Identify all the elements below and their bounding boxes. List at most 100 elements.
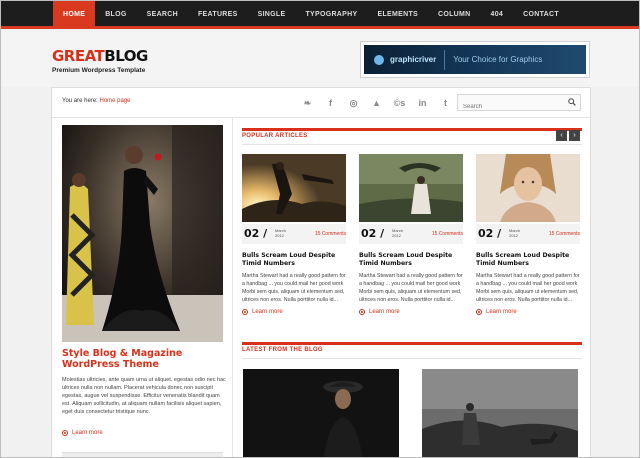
prev-arrow-icon[interactable]: ‹ [556, 130, 567, 141]
nav-item-features[interactable]: FEATURES [188, 1, 248, 29]
article-thumbnail[interactable] [242, 154, 346, 222]
article-comments-link[interactable]: 15 Comments [315, 231, 346, 237]
breadcrumb-prefix: You are here: [62, 98, 98, 104]
article-learn-more[interactable]: Learn more [242, 309, 346, 315]
article-photo [359, 154, 463, 222]
deviantart-icon[interactable]: ▲ [365, 97, 388, 109]
breadcrumb-home-link[interactable]: Home page [99, 98, 130, 104]
logo-red-text: GREAT [52, 47, 105, 65]
linkedin-icon[interactable]: in [411, 97, 434, 109]
article-title[interactable]: Bulls Scream Loud Despite Timid Numbers [476, 252, 580, 268]
featured-title[interactable]: Style Blog & Magazine WordPress Theme [62, 348, 227, 370]
carousel-arrows: ‹ › [556, 130, 580, 141]
popular-articles-title: POPULAR ARTICLES [242, 133, 308, 139]
latest-post-photo [243, 369, 399, 457]
ad-banner[interactable]: graphicriver Your Choice for Graphics [360, 41, 590, 78]
latest-post-image[interactable] [243, 369, 399, 457]
banner-brand: graphicriver [390, 55, 437, 64]
ad-banner-inner: graphicriver Your Choice for Graphics [364, 45, 586, 74]
article-excerpt: Martha Stewart had a really good pattern… [359, 273, 463, 303]
article-year: 2012 [275, 233, 284, 238]
article-title[interactable]: Bulls Scream Loud Despite Timid Numbers [359, 252, 463, 268]
article-meta: 02 / March 2012 15 Comments [476, 224, 580, 244]
featured-learn-more-label: Learn more [72, 430, 103, 436]
twitter-icon[interactable]: ❧ [296, 97, 319, 109]
article-meta: 02 / March 2012 15 Comments [242, 224, 346, 244]
arrow-circle-icon [242, 309, 248, 315]
breadcrumb-bar: You are here: Home page ❧ f ◎ ▲ ©s in t [52, 88, 592, 118]
graphicriver-logo-icon [374, 54, 384, 65]
nav-item-column[interactable]: COLUMN [428, 1, 481, 29]
featured-excerpt: Molestias ultricies, ante quam urna ut a… [62, 377, 226, 415]
top-navigation: HOME BLOG SEARCH FEATURES SINGLE TYPOGRA… [1, 1, 639, 29]
article-card: 02 / March 2012 15 Comments Bulls Scream … [359, 154, 463, 315]
banner-slogan: Your Choice for Graphics [453, 55, 543, 64]
featured-image[interactable] [62, 125, 223, 342]
logo-black-text: BLOG [104, 47, 148, 65]
nav-item-elements[interactable]: ELEMENTS [367, 1, 428, 29]
article-year: 2012 [509, 233, 518, 238]
popular-articles-header: POPULAR ARTICLES [242, 128, 582, 145]
article-excerpt: Martha Stewart had a really good pattern… [476, 273, 580, 303]
article-learn-more[interactable]: Learn more [476, 309, 580, 315]
arrow-circle-icon [476, 309, 482, 315]
arrow-circle-icon [359, 309, 365, 315]
latest-blog-title: LATEST FROM THE BLOG [242, 347, 323, 353]
article-card: 02 / March 2012 15 Comments Bulls Scream … [242, 154, 346, 315]
article-day: 02 / [244, 227, 268, 240]
nav-item-blog[interactable]: BLOG [95, 1, 136, 29]
article-learn-more-label: Learn more [252, 309, 283, 315]
article-excerpt: Martha Stewart had a really good pattern… [242, 273, 346, 303]
nav-menu: HOME BLOG SEARCH FEATURES SINGLE TYPOGRA… [53, 1, 569, 29]
featured-photo [62, 125, 223, 342]
article-comments-link[interactable]: 15 Comments [549, 231, 580, 237]
next-arrow-icon[interactable]: › [569, 130, 580, 141]
nav-item-404[interactable]: 404 [481, 1, 514, 29]
page-frame: HOME BLOG SEARCH FEATURES SINGLE TYPOGRA… [0, 0, 640, 458]
lastfm-icon[interactable]: ©s [388, 97, 411, 109]
latest-post-photo [422, 369, 578, 457]
article-day: 02 / [478, 227, 502, 240]
latest-post-image[interactable] [422, 369, 578, 457]
article-photo [476, 154, 580, 222]
article-year: 2012 [392, 233, 401, 238]
site-logo[interactable]: GREATBLOG [52, 49, 148, 64]
section-rule [242, 144, 582, 145]
section-rule [242, 358, 582, 359]
breadcrumb: You are here: Home page [62, 98, 131, 104]
banner-separator [444, 49, 446, 70]
article-learn-more-label: Learn more [486, 309, 517, 315]
nav-item-search[interactable]: SEARCH [137, 1, 188, 29]
tumblr-icon[interactable]: t [434, 97, 457, 109]
facebook-icon[interactable]: f [319, 97, 342, 109]
column-divider [232, 118, 233, 457]
article-meta: 02 / March 2012 15 Comments [359, 224, 463, 244]
article-thumbnail[interactable] [359, 154, 463, 222]
article-photo [242, 154, 346, 222]
article-month-year: March 2012 [392, 228, 403, 238]
search-input[interactable] [458, 99, 558, 115]
article-thumbnail[interactable] [476, 154, 580, 222]
site-tagline: Premium Wordpress Template [52, 67, 146, 74]
article-comments-link[interactable]: 15 Comments [432, 231, 463, 237]
article-learn-more-label: Learn more [369, 309, 400, 315]
social-icons: ❧ f ◎ ▲ ©s in t [296, 97, 457, 109]
article-title[interactable]: Bulls Scream Loud Despite Timid Numbers [242, 252, 346, 268]
left-column-footer [62, 452, 223, 457]
search-box [457, 94, 581, 115]
nav-item-home[interactable]: HOME [53, 1, 96, 29]
article-month-year: March 2012 [509, 228, 520, 238]
content-panel: You are here: Home page ❧ f ◎ ▲ ©s in t [51, 87, 592, 457]
nav-item-single[interactable]: SINGLE [248, 1, 296, 29]
nav-item-contact[interactable]: CONTACT [513, 1, 569, 29]
dribbble-icon[interactable]: ◎ [342, 97, 365, 109]
search-icon[interactable] [568, 98, 576, 106]
nav-item-typography[interactable]: TYPOGRAPHY [295, 1, 367, 29]
arrow-circle-icon [62, 430, 68, 436]
site-header: GREATBLOG Premium Wordpress Template gra… [1, 32, 639, 87]
latest-blog-header: LATEST FROM THE BLOG [242, 342, 582, 359]
article-card: 02 / March 2012 15 Comments Bulls Scream … [476, 154, 580, 315]
article-day: 02 / [361, 227, 385, 240]
article-learn-more[interactable]: Learn more [359, 309, 463, 315]
featured-learn-more[interactable]: Learn more [62, 430, 103, 436]
